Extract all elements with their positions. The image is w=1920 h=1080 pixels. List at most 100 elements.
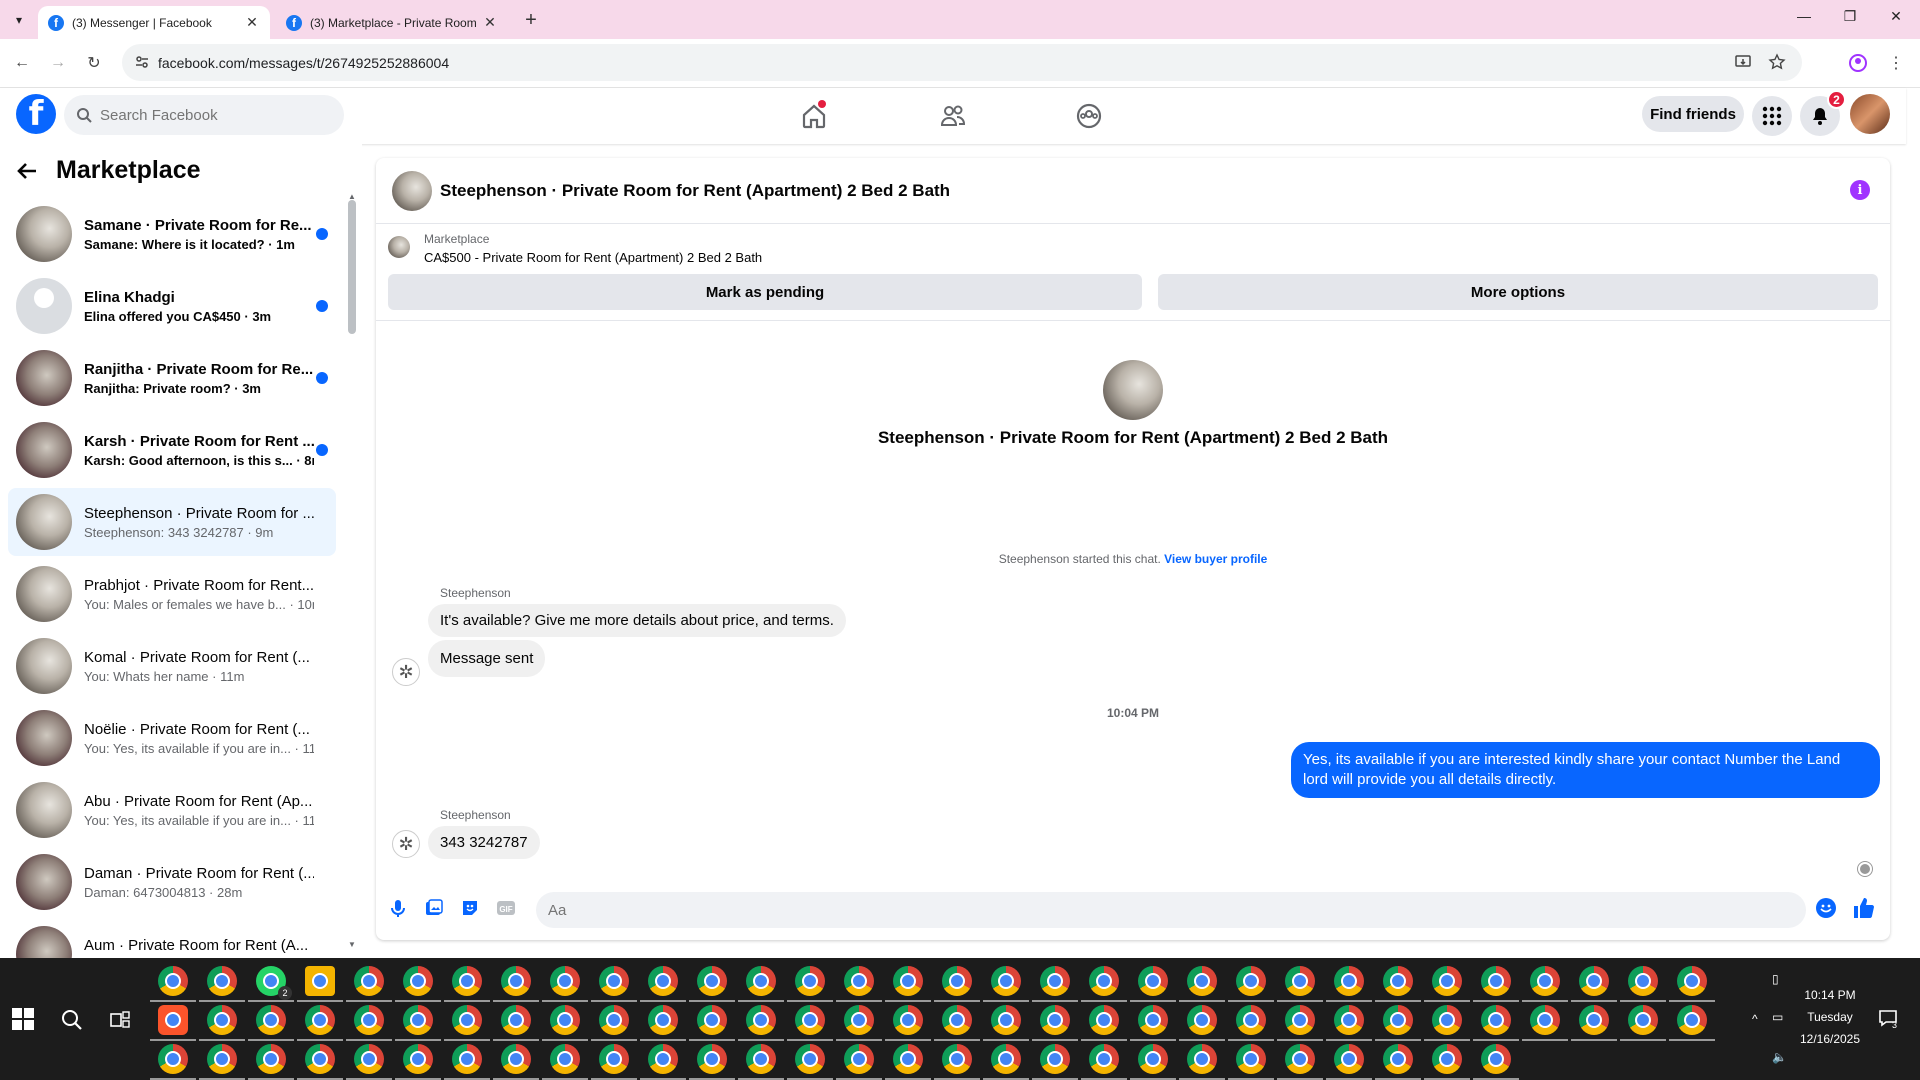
sidebar-scrollbar[interactable] <box>348 200 356 334</box>
profile-icon[interactable] <box>1846 51 1870 75</box>
groups-nav-icon[interactable] <box>1069 96 1109 136</box>
chrome-window-icon[interactable] <box>550 1005 580 1035</box>
chrome-window-icon[interactable] <box>1530 1005 1560 1035</box>
chrome-window-icon[interactable] <box>256 1044 286 1074</box>
chrome-window-icon[interactable] <box>158 1044 188 1074</box>
chrome-window-icon[interactable] <box>991 966 1021 996</box>
chrome-window-icon[interactable] <box>1187 1044 1217 1074</box>
message-input[interactable] <box>548 901 1748 919</box>
chrome-window-icon[interactable] <box>1481 966 1511 996</box>
chrome-window-icon[interactable] <box>1677 1005 1707 1035</box>
clock-day[interactable]: Tuesday <box>1790 1010 1870 1024</box>
close-window-icon[interactable]: ✕ <box>1876 8 1916 25</box>
chrome-window-icon[interactable] <box>648 1044 678 1074</box>
chrome-window-icon[interactable] <box>1481 1044 1511 1074</box>
conversation-item[interactable]: Aum · Private Room for Rent (A...You: Nu… <box>8 920 336 958</box>
chrome-window-icon[interactable] <box>1579 1005 1609 1035</box>
chrome-window-icon[interactable] <box>1285 966 1315 996</box>
chrome-window-icon[interactable] <box>1236 1005 1266 1035</box>
chrome-window-icon[interactable] <box>403 966 433 996</box>
chrome-window-icon[interactable] <box>452 966 482 996</box>
chrome-window-icon[interactable] <box>648 966 678 996</box>
facebook-logo-icon[interactable]: f <box>16 94 56 134</box>
conversation-item[interactable]: Komal · Private Room for Rent (... You: W… <box>8 632 336 700</box>
close-tab-icon[interactable]: ✕ <box>482 14 498 31</box>
chrome-window-icon[interactable] <box>1285 1044 1315 1074</box>
chrome-window-icon[interactable] <box>1432 966 1462 996</box>
task-view-icon[interactable] <box>106 1006 134 1034</box>
tab-marketplace[interactable]: f (3) Marketplace - Private Room ✕ <box>276 6 508 39</box>
sender-avatar[interactable]: ✲ <box>392 658 420 686</box>
chrome-window-icon[interactable] <box>697 966 727 996</box>
my-message-bubble[interactable]: Yes, its available if you are interested… <box>1291 742 1880 798</box>
network-icon[interactable]: ▭ <box>1772 1010 1783 1024</box>
more-options-button[interactable]: More options <box>1158 274 1878 310</box>
friends-nav-icon[interactable] <box>933 96 973 136</box>
chrome-window-icon[interactable] <box>1432 1044 1462 1074</box>
search-input[interactable] <box>100 106 320 124</box>
find-friends-button[interactable]: Find friends <box>1642 96 1744 132</box>
chrome-window-icon[interactable] <box>942 1044 972 1074</box>
chrome-window-icon[interactable] <box>795 1044 825 1074</box>
chrome-window-icon[interactable] <box>1138 966 1168 996</box>
microphone-icon[interactable] <box>386 896 410 920</box>
chrome-window-icon[interactable] <box>1383 966 1413 996</box>
chrome-window-icon[interactable] <box>1089 1044 1119 1074</box>
chrome-window-icon[interactable] <box>893 1044 923 1074</box>
chrome-window-icon[interactable] <box>354 966 384 996</box>
chrome-window-icon[interactable] <box>1677 966 1707 996</box>
chrome-window-icon[interactable] <box>1628 966 1658 996</box>
chrome-window-icon[interactable] <box>599 1044 629 1074</box>
address-bar[interactable]: facebook.com/messages/t/2674925252886004 <box>122 44 1802 81</box>
new-tab-button[interactable]: + <box>520 9 542 32</box>
conversation-item[interactable]: Elina Khadgi Elina offered you CA$450 · 3… <box>8 272 336 340</box>
chrome-window-icon[interactable] <box>942 1005 972 1035</box>
message-input-container[interactable] <box>536 892 1806 928</box>
emoji-icon[interactable] <box>1814 896 1838 920</box>
notifications-button[interactable]: 2 <box>1800 90 1846 136</box>
chrome-window-icon[interactable] <box>697 1005 727 1035</box>
view-buyer-profile-link[interactable]: View buyer profile <box>1164 552 1267 566</box>
search-icon[interactable] <box>58 1006 86 1034</box>
home-nav-icon[interactable] <box>794 96 834 136</box>
chrome-window-icon[interactable] <box>746 966 776 996</box>
chrome-window-icon[interactable] <box>354 1044 384 1074</box>
chrome-window-icon[interactable] <box>550 966 580 996</box>
chrome-window-icon[interactable] <box>1187 966 1217 996</box>
clock-time[interactable]: 10:14 PM <box>1790 988 1870 1002</box>
conversation-item[interactable]: Noëlie · Private Room for Rent (... You: … <box>8 704 336 772</box>
sender-avatar[interactable]: ✲ <box>392 830 420 858</box>
chrome-window-icon[interactable] <box>1285 1005 1315 1035</box>
chrome-window-icon[interactable] <box>1383 1044 1413 1074</box>
bookmark-star-icon[interactable] <box>1768 53 1786 71</box>
conversation-item[interactable]: Abu · Private Room for Rent (Ap... You: Y… <box>8 776 336 844</box>
chrome-window-icon[interactable] <box>1138 1005 1168 1035</box>
thumbs-up-icon[interactable] <box>1852 896 1876 920</box>
chrome-window-icon[interactable] <box>991 1005 1021 1035</box>
chrome-window-icon[interactable] <box>305 1044 335 1074</box>
chrome-window-icon[interactable] <box>501 1044 531 1074</box>
menu-grid-button[interactable] <box>1752 96 1792 136</box>
chrome-window-icon[interactable] <box>1334 966 1364 996</box>
chrome-window-icon[interactable] <box>795 966 825 996</box>
chrome-window-icon[interactable] <box>746 1005 776 1035</box>
chrome-window-icon[interactable] <box>844 1005 874 1035</box>
chrome-window-icon[interactable] <box>501 966 531 996</box>
minimize-icon[interactable]: — <box>1784 8 1824 24</box>
conversation-item[interactable]: Ranjitha · Private Room for Re... Ranjith… <box>8 344 336 412</box>
show-hidden-icons[interactable]: ^ <box>1752 1012 1758 1026</box>
chrome-window-icon[interactable] <box>1040 1005 1070 1035</box>
chrome-window-icon[interactable] <box>1628 1005 1658 1035</box>
install-app-icon[interactable] <box>1734 53 1752 71</box>
conversation-item[interactable]: Prabhjot · Private Room for Rent... You: … <box>8 560 336 628</box>
chrome-window-icon[interactable] <box>795 1005 825 1035</box>
chrome-window-icon[interactable] <box>354 1005 384 1035</box>
chat-avatar[interactable] <box>392 170 432 211</box>
mark-pending-button[interactable]: Mark as pending <box>388 274 1142 310</box>
restore-icon[interactable]: ❐ <box>1830 8 1870 25</box>
chrome-window-icon[interactable] <box>746 1044 776 1074</box>
close-tab-icon[interactable]: ✕ <box>244 14 260 31</box>
chrome-window-icon[interactable] <box>893 966 923 996</box>
sticker-icon[interactable] <box>458 896 482 920</box>
chrome-window-icon[interactable] <box>1383 1005 1413 1035</box>
